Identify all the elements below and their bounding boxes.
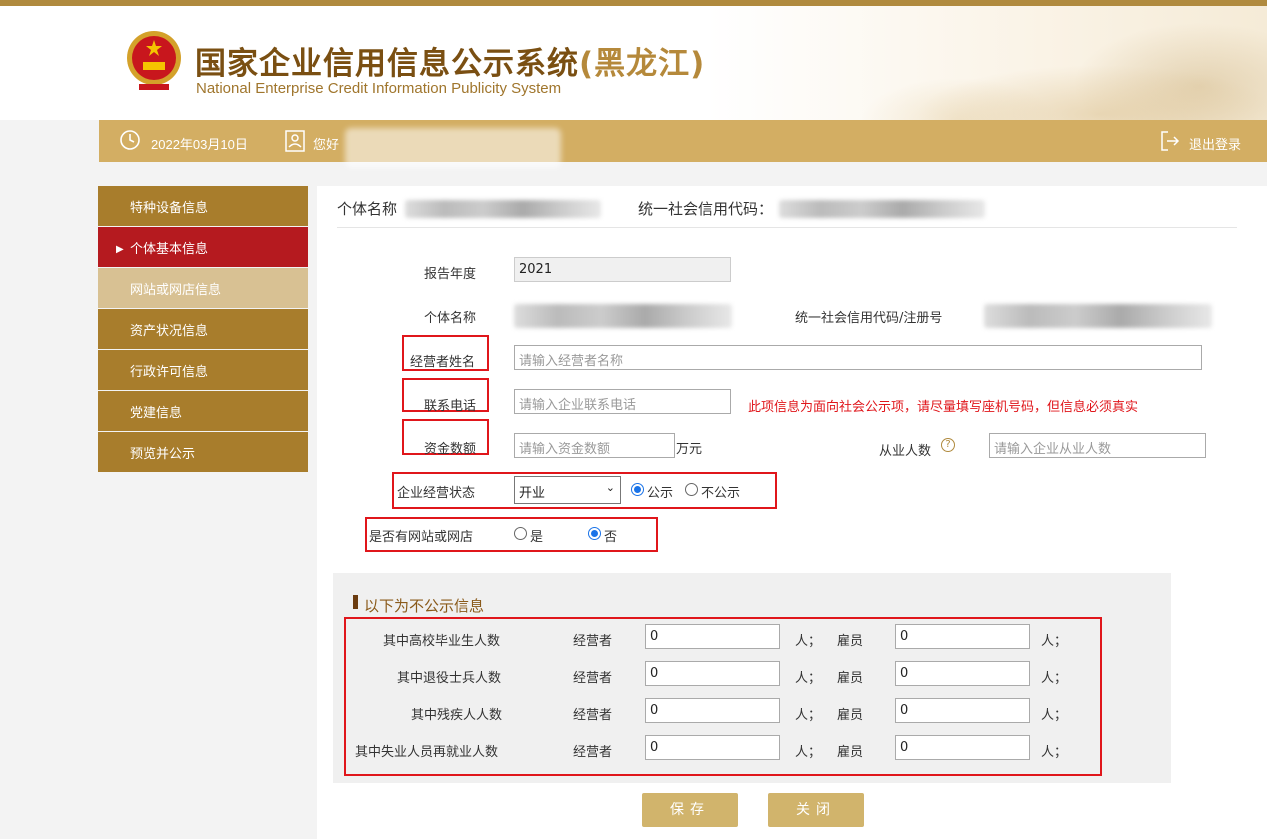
credit-register-label: 统一社会信用代码/注册号 [795, 311, 943, 326]
website-yes-radio[interactable] [514, 527, 527, 540]
redacted-credit-register [984, 304, 1212, 328]
main-panel: 个体名称 统一社会信用代码： 报告年度 2021 个体名称 统一社会信用代码/注… [317, 186, 1267, 839]
unit-label: 人； [1041, 708, 1068, 723]
employee-col-label: 雇员 [837, 745, 864, 760]
logout-link[interactable]: 退出登录 [1189, 134, 1241, 153]
employee-count-input[interactable]: 0 [895, 624, 1030, 649]
sidebar-item-label: 个体基本信息 [130, 242, 209, 257]
phone-input[interactable]: 请输入企业联系电话 [514, 389, 731, 414]
national-emblem-icon [127, 31, 181, 90]
user-card-icon [285, 130, 305, 152]
redacted-entity-name [405, 200, 601, 218]
operator-count-input[interactable]: 0 [645, 735, 780, 760]
phone-label: 联系电话 [424, 399, 477, 414]
employee-count-input[interactable]: 0 [895, 698, 1030, 723]
sidebar-item-label: 预览并公示 [130, 447, 196, 462]
operator-col-label: 经营者 [573, 745, 613, 760]
report-year-field: 2021 [514, 257, 731, 282]
capital-unit: 万元 [676, 442, 703, 457]
redacted-credit-code [779, 200, 985, 218]
region-label: (黑龙江) [579, 46, 706, 82]
operator-count-input[interactable]: 0 [645, 661, 780, 686]
sidebar-item-assets[interactable]: 资产状况信息 [98, 309, 308, 349]
has-website-label: 是否有网站或网店 [369, 530, 474, 545]
active-arrow-icon: ▶ [116, 244, 124, 255]
close-button[interactable]: 关闭 [768, 793, 864, 827]
employee-col-label: 雇员 [837, 671, 864, 686]
clock-icon [120, 130, 140, 150]
employees-input[interactable]: 请输入企业从业人数 [989, 433, 1206, 458]
help-icon[interactable]: ? [941, 438, 955, 452]
business-status-value: 开业 [519, 486, 546, 501]
operator-name-label: 经营者姓名 [410, 355, 476, 370]
unit-label: 人； [1041, 745, 1068, 760]
non-public-section-title: 以下为不公示信息 [364, 597, 485, 615]
business-status-select[interactable]: 开业 ⌄ [514, 476, 621, 504]
redacted-entity-name-2 [514, 304, 732, 328]
sidebar-item-label: 特种设备信息 [130, 201, 209, 216]
sidebar-item-party[interactable]: 党建信息 [98, 391, 308, 431]
website-no-radio[interactable] [588, 527, 601, 540]
sidebar-item-preview[interactable]: 预览并公示 [98, 432, 308, 472]
row-label: 其中残疾人人数 [411, 708, 503, 723]
operator-col-label: 经营者 [573, 671, 613, 686]
unit-label: 人； [1041, 671, 1068, 686]
operator-col-label: 经营者 [573, 634, 613, 649]
public-radio[interactable] [631, 483, 644, 496]
sidebar-item-label: 资产状况信息 [130, 324, 209, 339]
logout-icon[interactable] [1160, 130, 1180, 152]
capital-input[interactable]: 请输入资金数额 [514, 433, 675, 458]
not-public-radio-label: 不公示 [701, 486, 741, 501]
mountain-decoration [707, 6, 1267, 120]
sidebar-item-label: 网站或网店信息 [130, 283, 222, 298]
sidebar-item-label: 党建信息 [130, 406, 183, 421]
sidebar-item-special-equipment[interactable]: 特种设备信息 [98, 186, 308, 226]
employee-col-label: 雇员 [837, 708, 864, 723]
section-marker-icon [353, 595, 358, 609]
public-radio-label: 公示 [647, 486, 674, 501]
credit-code-label: 统一社会信用代码： [638, 200, 774, 218]
sidebar-nav: 特种设备信息 ▶ 个体基本信息 网站或网店信息 资产状况信息 行政许可信息 党建信… [98, 186, 308, 473]
employees-label: 从业人数 [879, 444, 932, 459]
site-title: 国家企业信用信息公示系统(黑龙江) [195, 38, 705, 83]
row-label: 其中高校毕业生人数 [383, 634, 501, 649]
row-label: 其中失业人员再就业人数 [355, 745, 499, 760]
redacted-username [345, 128, 561, 168]
report-year-label: 报告年度 [424, 267, 477, 282]
entity-header: 个体名称 统一社会信用代码： [337, 186, 1237, 228]
operator-col-label: 经营者 [573, 708, 613, 723]
entity-name-label: 个体名称 [337, 200, 398, 218]
unit-label: 人； [1041, 634, 1068, 649]
phone-notice: 此项信息为面向社会公示项，请尽量填写座机号码，但信息必须真实 [748, 400, 1139, 415]
site-banner: 国家企业信用信息公示系统(黑龙江) National Enterprise Cr… [0, 6, 1267, 120]
capital-label: 资金数额 [424, 442, 477, 457]
current-date: 2022年03月10日 [151, 137, 248, 152]
sidebar-item-website[interactable]: 网站或网店信息 [98, 268, 308, 308]
site-title-english: National Enterprise Credit Information P… [196, 80, 562, 97]
employee-count-input[interactable]: 0 [895, 661, 1030, 686]
unit-label: 人； [795, 708, 822, 723]
save-button[interactable]: 保存 [642, 793, 738, 827]
sidebar-item-basic-info[interactable]: ▶ 个体基本信息 [98, 227, 308, 267]
unit-label: 人； [795, 671, 822, 686]
user-bar: 2022年03月10日 您好 退出登录 [99, 120, 1267, 168]
unit-label: 人； [795, 745, 822, 760]
operator-count-input[interactable]: 0 [645, 624, 780, 649]
site-title-text: 国家企业信用信息公示系统 [195, 46, 579, 82]
website-yes-label: 是 [530, 530, 544, 545]
entity-name-label-2: 个体名称 [424, 311, 477, 326]
website-no-label: 否 [604, 530, 618, 545]
sidebar-item-label: 行政许可信息 [130, 365, 209, 380]
greeting: 您好 [313, 138, 340, 153]
sidebar-item-license[interactable]: 行政许可信息 [98, 350, 308, 390]
operator-name-input[interactable]: 请输入经营者名称 [514, 345, 1202, 370]
not-public-radio[interactable] [685, 483, 698, 496]
unit-label: 人； [795, 634, 822, 649]
employee-col-label: 雇员 [837, 634, 864, 649]
business-status-label: 企业经营状态 [397, 486, 476, 501]
employee-count-input[interactable]: 0 [895, 735, 1030, 760]
chevron-down-icon: ⌄ [605, 481, 615, 494]
operator-count-input[interactable]: 0 [645, 698, 780, 723]
row-label: 其中退役士兵人数 [397, 671, 502, 686]
